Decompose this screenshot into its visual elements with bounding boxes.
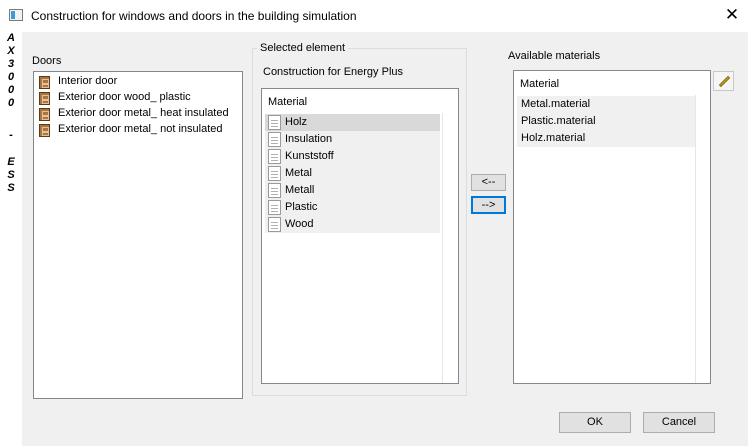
material-label: Plastic — [285, 201, 318, 213]
construction-material-list[interactable]: Material Holz Insulation Kunststoff Meta… — [261, 88, 459, 384]
document-icon — [268, 217, 281, 232]
selected-element-title: Selected element — [257, 42, 348, 54]
add-material-button[interactable]: <-- — [471, 174, 506, 191]
material-row-holz[interactable]: Holz — [265, 114, 440, 131]
window-title: Construction for windows and doors in th… — [31, 9, 357, 23]
list-scroll-divider — [442, 113, 443, 383]
document-icon — [268, 115, 281, 130]
door-item-exterior-wood-plastic[interactable]: Exterior door wood_ plastic — [39, 90, 239, 106]
side-char: X — [7, 45, 15, 57]
available-row-holz[interactable]: Holz.material — [517, 130, 695, 147]
material-label: Wood — [285, 218, 314, 230]
available-row-plastic[interactable]: Plastic.material — [517, 113, 695, 130]
ok-button[interactable]: OK — [559, 412, 631, 433]
document-icon — [268, 183, 281, 198]
material-label: Insulation — [285, 133, 333, 145]
document-icon — [268, 166, 281, 181]
door-item-label: Interior door — [58, 75, 118, 87]
door-icon — [39, 76, 50, 89]
document-icon — [268, 132, 281, 147]
available-column-header: Material — [520, 78, 560, 90]
available-item-label: Metal.material — [521, 98, 591, 110]
side-char: S — [7, 169, 15, 181]
material-row-wood[interactable]: Wood — [265, 216, 440, 233]
construction-label: Construction for Energy Plus — [263, 66, 404, 78]
side-char: S — [7, 182, 15, 194]
material-row-plastic[interactable]: Plastic — [265, 199, 440, 216]
material-row-metall[interactable]: Metall — [265, 182, 440, 199]
available-row-metal[interactable]: Metal.material — [517, 96, 695, 113]
door-icon — [39, 108, 50, 121]
door-item-exterior-metal-heat-insulated[interactable]: Exterior door metal_ heat insulated — [39, 106, 239, 122]
pencil-icon — [718, 75, 731, 88]
app-icon — [9, 9, 23, 21]
available-material-list[interactable]: Material Metal.material Plastic.material… — [513, 70, 711, 384]
door-icon — [39, 124, 50, 137]
document-icon — [268, 200, 281, 215]
material-label: Kunststoff — [285, 150, 334, 162]
material-label: Metall — [285, 184, 315, 196]
side-char: A — [7, 32, 15, 44]
dialog-body: Doors Interior door Exterior door wood_ … — [22, 32, 748, 446]
material-row-metal[interactable]: Metal — [265, 165, 440, 182]
door-item-interior[interactable]: Interior door — [39, 74, 239, 90]
side-char: E — [7, 156, 15, 168]
door-item-label: Exterior door wood_ plastic — [58, 91, 191, 103]
edit-material-button[interactable] — [713, 71, 734, 91]
material-label: Holz — [285, 116, 308, 128]
document-icon — [268, 149, 281, 164]
list-scroll-divider — [695, 95, 696, 383]
material-row-insulation[interactable]: Insulation — [265, 131, 440, 148]
side-char: 0 — [7, 97, 15, 109]
close-button[interactable]: ✕ — [718, 4, 746, 28]
side-char: 0 — [7, 84, 15, 96]
cancel-button[interactable]: Cancel — [643, 412, 715, 433]
door-item-label: Exterior door metal_ not insulated — [58, 123, 223, 135]
door-item-exterior-metal-not-insulated[interactable]: Exterior door metal_ not insulated — [39, 122, 239, 138]
available-item-label: Plastic.material — [521, 115, 596, 127]
material-label: Metal — [285, 167, 312, 179]
side-char: 0 — [7, 71, 15, 83]
material-row-kunststoff[interactable]: Kunststoff — [265, 148, 440, 165]
doors-label: Doors — [32, 55, 62, 67]
side-char: 3 — [7, 58, 15, 70]
side-strip: A X 3 0 0 0 - E S S — [0, 32, 22, 446]
title-bar: Construction for windows and doors in th… — [0, 0, 748, 32]
available-item-label: Holz.material — [521, 132, 586, 144]
material-column-header: Material — [268, 96, 308, 108]
available-materials-label: Available materials — [508, 50, 601, 62]
side-char: - — [9, 129, 13, 141]
door-icon — [39, 92, 50, 105]
remove-material-button[interactable]: --> — [471, 196, 506, 214]
doors-list[interactable]: Interior door Exterior door wood_ plasti… — [33, 71, 243, 399]
door-item-label: Exterior door metal_ heat insulated — [58, 107, 229, 119]
